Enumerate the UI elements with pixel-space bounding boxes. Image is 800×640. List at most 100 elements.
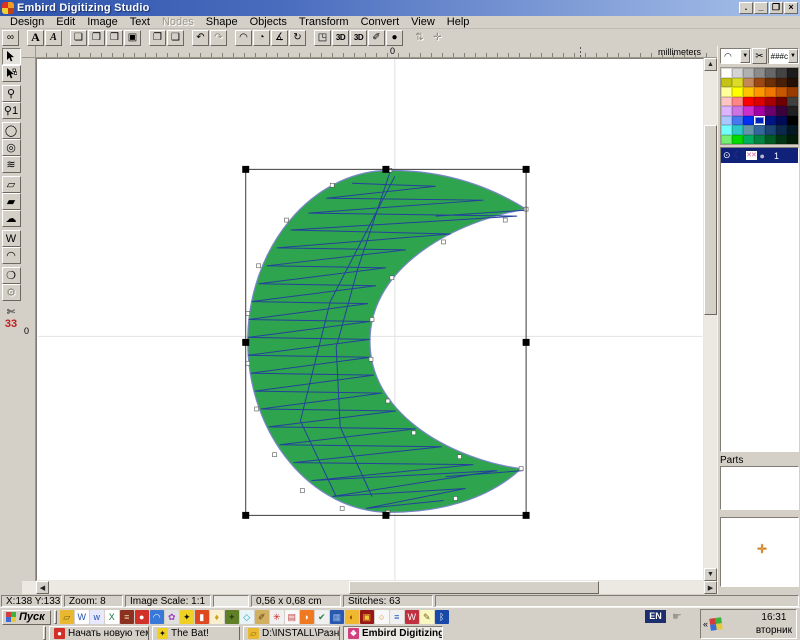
open-file-icon[interactable]: ❒ xyxy=(88,30,105,46)
selection-handle[interactable] xyxy=(382,166,389,173)
quicklaunch-icon[interactable]: ✳ xyxy=(270,610,284,624)
tray-app-icon[interactable] xyxy=(709,617,723,631)
palette-color[interactable] xyxy=(765,116,776,126)
palette-color[interactable] xyxy=(754,116,765,126)
scroll-left-button[interactable]: ◀ xyxy=(36,581,49,594)
visibility-eye-icon[interactable]: ⊙ xyxy=(723,150,731,161)
quicklaunch-icon[interactable]: ▤ xyxy=(285,610,299,624)
curve-tool-icon[interactable]: ◠ xyxy=(235,30,252,46)
palette-color[interactable] xyxy=(743,87,754,97)
palette-color[interactable] xyxy=(765,125,776,135)
perspective-icon[interactable]: ◳ xyxy=(314,30,331,46)
taskbar-window-button[interactable]: ●Начать новую тему :: B... xyxy=(49,626,149,640)
palette-color[interactable] xyxy=(743,106,754,116)
edit-lettering-icon[interactable]: A xyxy=(45,30,62,46)
palette-color[interactable] xyxy=(732,87,743,97)
layer-list[interactable]: ⊙ ☾ ✕✕ ● 1 xyxy=(720,147,799,452)
quicklaunch-icon[interactable]: ✦ xyxy=(225,610,239,624)
quicklaunch-icon[interactable]: ◗ xyxy=(300,610,314,624)
scroll-down-button[interactable]: ▼ xyxy=(704,568,717,581)
outline-node[interactable] xyxy=(246,312,250,316)
outline-node[interactable] xyxy=(390,276,394,280)
outline-node[interactable] xyxy=(386,399,390,403)
quicklaunch-icon[interactable]: ✿ xyxy=(165,610,179,624)
new-file-icon[interactable]: ❏ xyxy=(70,30,87,46)
scrollbar-thumb[interactable] xyxy=(349,581,599,594)
palette-color[interactable] xyxy=(721,106,732,116)
quicklaunch-icon[interactable]: ◐ xyxy=(345,610,359,624)
palette-color[interactable] xyxy=(732,125,743,135)
menu-convert[interactable]: Convert xyxy=(355,16,406,28)
scroll-right-button[interactable]: ▶ xyxy=(704,581,717,594)
palette-color[interactable] xyxy=(787,125,798,135)
outline-node[interactable] xyxy=(300,489,304,493)
chevron-down-icon[interactable]: ▼ xyxy=(740,49,750,63)
quicklaunch-icon[interactable]: W xyxy=(75,610,89,624)
gauge-icon[interactable]: ◔ xyxy=(253,30,270,46)
manual-stitch-tool[interactable]: W xyxy=(2,230,21,247)
quicklaunch-icon[interactable]: ✐ xyxy=(255,610,269,624)
taskbar-window-button[interactable]: ✦The Bat! xyxy=(152,626,240,640)
selection-handle[interactable] xyxy=(382,512,389,519)
outline-node[interactable] xyxy=(255,407,259,411)
scroll-up-button[interactable]: ▲ xyxy=(704,58,717,71)
vertical-scrollbar[interactable]: ▲ ▼ xyxy=(704,58,717,581)
palette-color[interactable] xyxy=(776,68,787,78)
toolbar-grip[interactable] xyxy=(54,610,57,624)
import-file-icon[interactable]: ❒ xyxy=(106,30,123,46)
quicklaunch-icon[interactable]: ▮ xyxy=(195,610,209,624)
palette-color[interactable] xyxy=(765,106,776,116)
fill-hole-tool[interactable]: ◎ xyxy=(2,139,21,156)
stitches-3d-icon[interactable]: 3D xyxy=(350,30,367,46)
palette-color[interactable] xyxy=(754,135,765,145)
menu-objects[interactable]: Objects xyxy=(244,16,293,28)
quicklaunch-icon[interactable]: ✔ xyxy=(315,610,329,624)
chevron-down-icon[interactable]: ▼ xyxy=(788,49,798,63)
node-edit-tool[interactable] xyxy=(2,65,21,82)
outline-node[interactable] xyxy=(519,467,523,471)
outline-node[interactable] xyxy=(330,183,334,187)
palette-color[interactable] xyxy=(787,78,798,88)
outline-node[interactable] xyxy=(412,431,416,435)
copy-icon[interactable]: ❐ xyxy=(149,30,166,46)
outline-node[interactable] xyxy=(370,318,374,322)
palette-color[interactable] xyxy=(776,106,787,116)
sfumato-tool[interactable]: ❍ xyxy=(2,267,21,284)
quicklaunch-icon[interactable]: ● xyxy=(135,610,149,624)
menu-shape[interactable]: Shape xyxy=(200,16,244,28)
palette-color[interactable] xyxy=(732,106,743,116)
outline-node[interactable] xyxy=(457,455,461,459)
palette-color[interactable] xyxy=(721,135,732,145)
outline-node[interactable] xyxy=(273,453,277,457)
palette-color[interactable] xyxy=(765,68,776,78)
outline-node[interactable] xyxy=(503,218,507,222)
palette-color[interactable] xyxy=(743,97,754,107)
palette-color[interactable] xyxy=(721,87,732,97)
palette-color[interactable] xyxy=(732,78,743,88)
scrollbar-thumb[interactable] xyxy=(704,125,717,315)
rotate-icon[interactable]: ↻ xyxy=(289,30,306,46)
outline-node[interactable] xyxy=(340,506,344,510)
parts-list[interactable] xyxy=(720,466,799,510)
restore-button[interactable]: ❐ xyxy=(769,2,783,14)
system-button[interactable]: . xyxy=(739,2,753,14)
palette-color[interactable] xyxy=(754,125,765,135)
selection-handle[interactable] xyxy=(523,512,530,519)
selection-handle[interactable] xyxy=(242,166,249,173)
minimize-button[interactable]: _ xyxy=(754,2,768,14)
tray-clock[interactable]: 16:31 xyxy=(756,611,792,624)
palette-color[interactable] xyxy=(787,68,798,78)
stitch-type-combo[interactable]: ◠ ▼ xyxy=(720,48,751,64)
menu-view[interactable]: View xyxy=(405,16,441,28)
palette-color[interactable] xyxy=(776,97,787,107)
palette-color[interactable] xyxy=(721,78,732,88)
generate-stitches-button[interactable]: ✂ xyxy=(752,48,766,64)
quicklaunch-icon[interactable]: ♦ xyxy=(210,610,224,624)
quicklaunch-icon[interactable]: ✎ xyxy=(420,610,434,624)
design-drawing[interactable] xyxy=(37,59,703,580)
column-tool[interactable]: ▱ xyxy=(2,176,21,193)
palette-color[interactable] xyxy=(765,78,776,88)
quicklaunch-icon[interactable]: X xyxy=(105,610,119,624)
palette-color[interactable] xyxy=(776,78,787,88)
palette-color[interactable] xyxy=(765,135,776,145)
